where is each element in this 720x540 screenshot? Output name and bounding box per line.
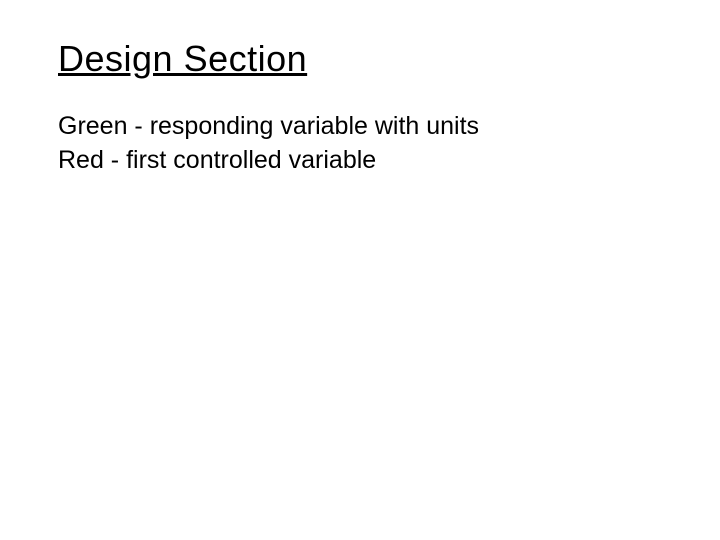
section-heading: Design Section (58, 38, 662, 80)
legend-line-green: Green - responding variable with units (58, 110, 662, 144)
legend-line-red: Red - first controlled variable (58, 144, 662, 178)
